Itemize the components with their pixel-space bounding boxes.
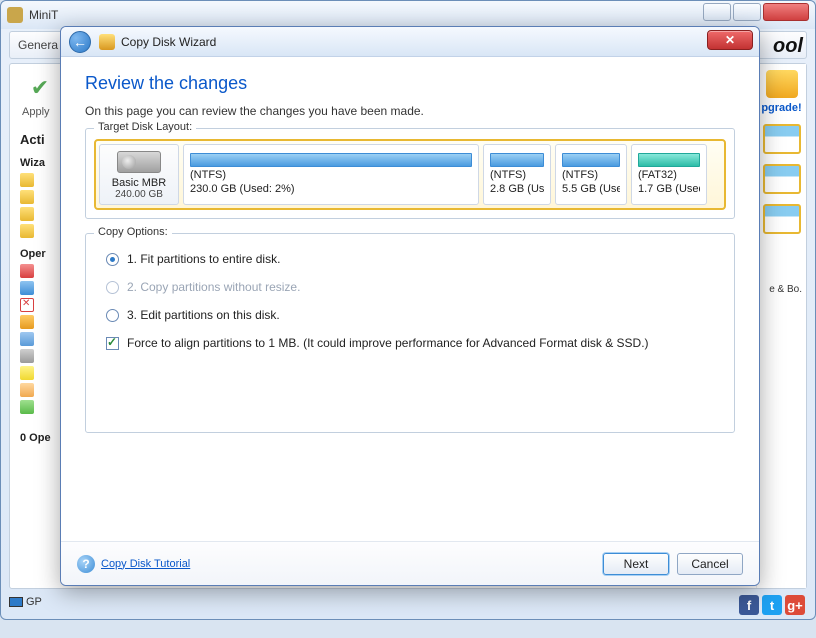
partition-info: 2.8 GB (Used:	[490, 183, 544, 196]
tutorial-link[interactable]: Copy Disk Tutorial	[101, 558, 190, 570]
partition-cell[interactable]: (NTFS)5.5 GB (Used:	[555, 144, 627, 205]
disk-thumb[interactable]	[763, 124, 801, 154]
help-link[interactable]: ? Copy Disk Tutorial	[77, 555, 190, 573]
copy-disk-wizard-dialog: ← Copy Disk Wizard ✕ Review the changes …	[60, 26, 760, 586]
disk-size: 240.00 GB	[115, 189, 163, 200]
radio-icon[interactable]	[106, 253, 119, 266]
disk-layout-row: Basic MBR 240.00 GB (NTFS)230.0 GB (Used…	[94, 139, 726, 210]
partition-fs: (NTFS)	[562, 169, 620, 182]
main-maximize-button[interactable]	[733, 3, 761, 21]
option-label: 3. Edit partitions on this disk.	[127, 308, 280, 322]
app-icon	[7, 7, 23, 23]
copy-option-1[interactable]: 1. Fit partitions to entire disk.	[106, 252, 720, 266]
toolbar-tab-general[interactable]: Genera	[18, 38, 58, 52]
back-button[interactable]: ←	[69, 31, 91, 53]
cancel-button[interactable]: Cancel	[677, 553, 743, 575]
disk-header-cell[interactable]: Basic MBR 240.00 GB	[99, 144, 179, 205]
force-align-option[interactable]: Force to align partitions to 1 MB. (It c…	[106, 336, 720, 350]
dialog-titlebar: ← Copy Disk Wizard ✕	[61, 27, 759, 57]
force-align-checkbox[interactable]	[106, 337, 119, 350]
partition-cell[interactable]: (FAT32)1.7 GB (Used:	[631, 144, 707, 205]
partition-cell[interactable]: (NTFS)2.8 GB (Used:	[483, 144, 551, 205]
radio-icon[interactable]	[106, 309, 119, 322]
disk-type: Basic MBR	[112, 177, 166, 189]
partition-fs: (FAT32)	[638, 169, 700, 182]
cart-icon[interactable]	[766, 70, 798, 98]
app-title: MiniT	[29, 8, 58, 22]
right-col-text: e & Bo.	[761, 284, 802, 295]
apply-icon[interactable]: ✔	[24, 72, 56, 104]
twitter-icon[interactable]: t	[762, 595, 782, 615]
legend-gpt: GP	[26, 596, 42, 608]
dialog-close-button[interactable]: ✕	[707, 30, 753, 50]
partition-info: 1.7 GB (Used:	[638, 183, 700, 196]
next-button[interactable]: Next	[603, 553, 669, 575]
options-legend: Copy Options:	[94, 226, 172, 238]
partition-bar	[638, 153, 700, 167]
facebook-icon[interactable]: f	[739, 595, 759, 615]
partition-bar	[490, 153, 544, 167]
copy-option-3[interactable]: 3. Edit partitions on this disk.	[106, 308, 720, 322]
help-icon: ?	[77, 555, 95, 573]
right-strip: pgrade! e & Bo.	[756, 64, 806, 588]
googleplus-icon[interactable]: g+	[785, 595, 805, 615]
main-titlebar: MiniT	[1, 1, 815, 29]
partition-info: 5.5 GB (Used:	[562, 183, 620, 196]
main-close-button[interactable]	[763, 3, 809, 21]
brand-logo: ool	[773, 35, 803, 58]
partition-bar	[562, 153, 620, 167]
partition-bar	[190, 153, 472, 167]
dialog-body: Review the changes On this page you can …	[61, 57, 759, 541]
main-minimize-button[interactable]	[703, 3, 731, 21]
option-label: 2. Copy partitions without resize.	[127, 280, 300, 294]
copy-option-2: 2. Copy partitions without resize.	[106, 280, 720, 294]
dialog-heading: Review the changes	[85, 73, 735, 94]
dialog-footer: ? Copy Disk Tutorial Next Cancel	[61, 541, 759, 585]
social-links: f t g+	[739, 595, 805, 615]
wizard-icon	[99, 34, 115, 50]
option-label: 1. Fit partitions to entire disk.	[127, 252, 280, 266]
target-disk-layout-group: Target Disk Layout: Basic MBR 240.00 GB …	[85, 128, 735, 219]
disk-thumb[interactable]	[763, 204, 801, 234]
force-align-label: Force to align partitions to 1 MB. (It c…	[127, 336, 649, 350]
disk-thumb[interactable]	[763, 164, 801, 194]
layout-legend: Target Disk Layout:	[94, 121, 196, 133]
partition-fs: (NTFS)	[490, 169, 544, 182]
partition-fs: (NTFS)	[190, 169, 472, 182]
dialog-title: Copy Disk Wizard	[121, 35, 216, 49]
partition-info: 230.0 GB (Used: 2%)	[190, 183, 472, 196]
upgrade-link[interactable]: pgrade!	[761, 102, 802, 114]
partition-cell[interactable]: (NTFS)230.0 GB (Used: 2%)	[183, 144, 479, 205]
radio-icon	[106, 281, 119, 294]
legend-bar: GP	[9, 591, 807, 613]
dialog-description: On this page you can review the changes …	[85, 104, 735, 118]
disk-icon	[117, 151, 161, 173]
copy-options-group: Copy Options: 1. Fit partitions to entir…	[85, 233, 735, 433]
